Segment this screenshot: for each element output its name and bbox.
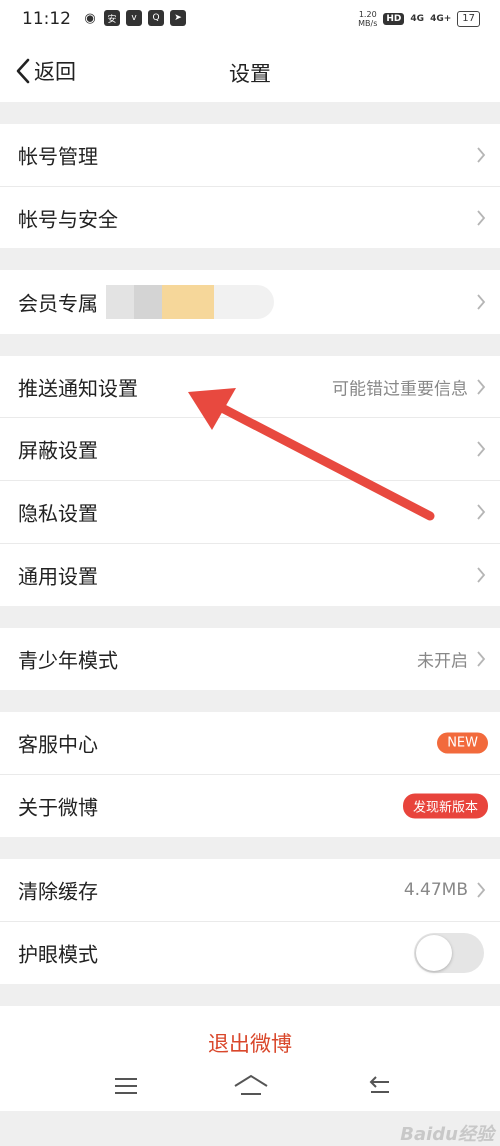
watermark: Baidu经验	[400, 1124, 494, 1145]
chevron-right-icon	[477, 567, 486, 583]
eye-mode-row: 护眼模式	[0, 922, 500, 984]
signal-4g-icon: 4G	[410, 14, 425, 24]
cache-size-value: 4.47MB	[403, 880, 468, 900]
app-icon-q: Q	[148, 10, 164, 26]
logout-button[interactable]: 退出微博	[0, 1028, 500, 1058]
logout-area: 退出微博 Baidu经验	[0, 1006, 500, 1145]
menu-icon[interactable]	[113, 1076, 139, 1096]
chevron-right-icon	[477, 209, 486, 226]
page-title: 设置	[229, 62, 271, 86]
account-security-row[interactable]: 帐号与安全	[0, 187, 500, 248]
weibo-icon: ◉	[82, 10, 98, 26]
system-nav-bar: Baidu经验	[0, 1068, 500, 1145]
privacy-settings-label: 隐私设置	[18, 501, 98, 526]
status-bar: 11:12 ◉ 安 v Q ➤ 1.20 MB/s HD 4G 4G+ 17	[0, 0, 500, 40]
chevron-right-icon	[477, 882, 486, 898]
account-manage-row[interactable]: 帐号管理	[0, 124, 500, 186]
about-weibo-row[interactable]: 关于微博 发现新版本	[0, 775, 500, 837]
status-right: 1.20 MB/s HD 4G 4G+ 17	[358, 10, 480, 28]
general-settings-label: 通用设置	[18, 564, 98, 589]
signal-4g-plus-icon: 4G+	[430, 14, 452, 24]
home-icon[interactable]	[232, 1072, 270, 1098]
new-badge: NEW	[437, 732, 488, 754]
back-nav-icon[interactable]	[368, 1074, 392, 1096]
new-version-badge: 发现新版本	[402, 793, 488, 819]
about-weibo-label: 关于微博	[18, 795, 98, 820]
status-app-icons: ◉ 安 v Q ➤	[82, 10, 186, 26]
battery-icon: 17	[457, 11, 480, 27]
customer-service-label: 客服中心	[18, 732, 98, 757]
chevron-right-icon	[477, 294, 486, 310]
chevron-right-icon	[477, 441, 486, 457]
youth-mode-label: 青少年模式	[18, 648, 118, 673]
status-time: 11:12	[22, 9, 71, 29]
toggle-knob	[416, 935, 452, 971]
account-manage-label: 帐号管理	[18, 144, 98, 169]
block-settings-row[interactable]: 屏蔽设置	[0, 418, 500, 480]
youth-mode-row[interactable]: 青少年模式 未开启	[0, 628, 500, 690]
block-settings-label: 屏蔽设置	[18, 438, 98, 463]
member-label: 会员专属	[18, 291, 98, 316]
hd-icon: HD	[383, 13, 405, 25]
push-notification-hint: 可能错过重要信息	[332, 379, 468, 399]
youth-mode-value: 未开启	[417, 651, 468, 672]
chevron-right-icon	[477, 147, 486, 163]
clear-cache-row[interactable]: 清除缓存 4.47MB	[0, 859, 500, 921]
clear-cache-label: 清除缓存	[18, 879, 98, 904]
push-notification-row[interactable]: 推送通知设置 可能错过重要信息	[0, 356, 500, 417]
chevron-right-icon	[477, 651, 486, 667]
app-icon-an: 安	[104, 10, 120, 26]
nav-bar: 返回 设置	[0, 40, 500, 102]
push-notification-label: 推送通知设置	[18, 376, 138, 400]
app-icon-send: ➤	[170, 10, 186, 26]
redacted-blur	[106, 285, 274, 319]
customer-service-row[interactable]: 客服中心 NEW	[0, 712, 500, 774]
app-icon-vivo: v	[126, 10, 142, 26]
account-security-label: 帐号与安全	[18, 207, 118, 231]
chevron-right-icon	[477, 378, 486, 395]
chevron-right-icon	[477, 504, 486, 520]
privacy-settings-row[interactable]: 隐私设置	[0, 481, 500, 543]
eye-mode-label: 护眼模式	[18, 942, 98, 967]
general-settings-row[interactable]: 通用设置	[0, 544, 500, 606]
net-speed: 1.20 MB/s	[358, 10, 378, 28]
member-row[interactable]: 会员专属	[0, 270, 500, 334]
eye-mode-toggle[interactable]	[414, 933, 484, 973]
